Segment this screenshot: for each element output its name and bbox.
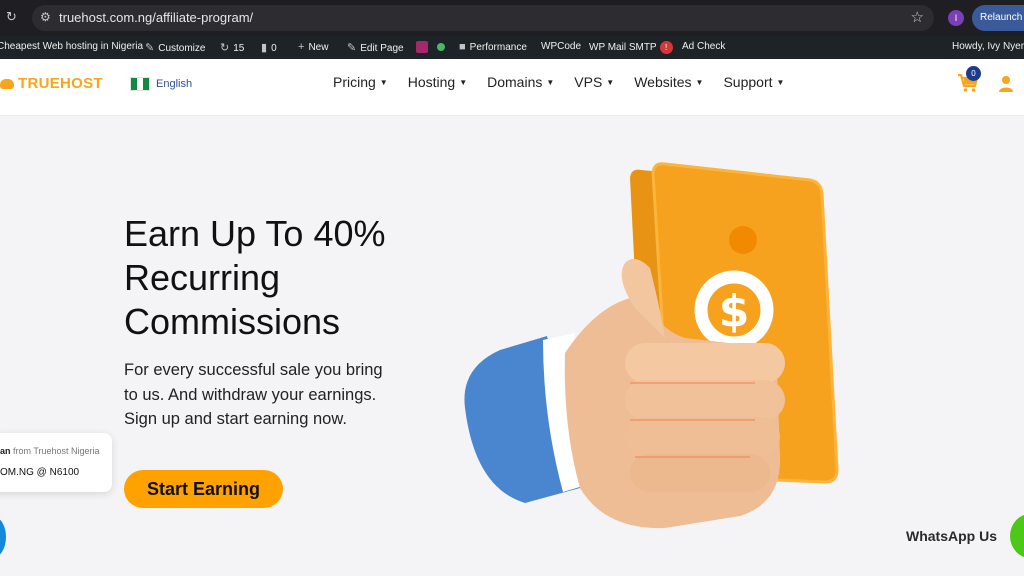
- admin-wp-mail-smtp-label: WP Mail SMTP: [589, 42, 657, 54]
- bookmark-star-icon[interactable]: ☆: [911, 8, 924, 26]
- admin-wp-mail-smtp[interactable]: WP Mail SMTP!: [589, 41, 673, 54]
- headline-line: Commissions: [124, 301, 341, 342]
- admin-performance[interactable]: ■ Performance: [459, 41, 527, 53]
- popup-from: from Truehost Nigeria: [13, 446, 100, 456]
- wp-admin-bar: Cheapest Web hosting in Nigeria ✎ Customi…: [0, 36, 1024, 59]
- nigeria-flag-icon: [130, 77, 150, 91]
- popup-purchase: OM.NG @ N6100: [0, 467, 80, 478]
- status-dot-icon: [437, 43, 445, 51]
- logo-text: TRUEHOST: [18, 75, 103, 92]
- popup-buyer: an from Truehost Nigeria: [0, 446, 100, 456]
- nav-websites[interactable]: Websites ▼: [634, 74, 703, 90]
- admin-edit-page[interactable]: ✎ Edit Page: [347, 41, 404, 54]
- updates-icon: ↻: [220, 42, 230, 54]
- nav-domains-label: Domains: [487, 74, 543, 90]
- caret-down-icon: ▼: [776, 78, 785, 87]
- nav-vps[interactable]: VPS ▼: [574, 74, 614, 90]
- admin-ad-check[interactable]: Ad Check: [682, 41, 725, 52]
- admin-customize[interactable]: ✎ Customize: [145, 41, 205, 54]
- admin-new[interactable]: + New: [298, 41, 328, 53]
- reload-icon[interactable]: ↻: [6, 10, 17, 25]
- browser-toolbar: ↻ ⚙ truehost.com.ng/affiliate-program/ ☆…: [0, 0, 1024, 36]
- admin-comments-count: 0: [271, 43, 277, 54]
- nav-pricing[interactable]: Pricing ▼: [333, 74, 388, 90]
- nav-pricing-label: Pricing: [333, 74, 376, 90]
- caret-down-icon: ▼: [695, 78, 704, 87]
- nav-websites-label: Websites: [634, 74, 692, 90]
- admin-wpcode[interactable]: WPCode: [541, 41, 581, 52]
- site-header: TRUEHOST English Pricing ▼ Hosting ▼ Domains…: [0, 59, 1024, 116]
- hand-holding-money-illustration: $: [464, 162, 839, 529]
- nav-domains[interactable]: Domains ▼: [487, 74, 554, 90]
- admin-customize-label: Customize: [158, 43, 206, 54]
- admin-updates-count: 15: [233, 43, 245, 54]
- cloud-logo-icon: [0, 79, 14, 90]
- plus-icon: +: [298, 41, 305, 53]
- admin-performance-label: Performance: [469, 42, 527, 53]
- performance-icon: ■: [459, 41, 466, 53]
- admin-edit-page-label: Edit Page: [360, 43, 404, 54]
- cart-count-badge: 0: [966, 66, 981, 81]
- address-bar[interactable]: ⚙ truehost.com.ng/affiliate-program/ ☆: [32, 5, 934, 31]
- brush-icon: ✎: [145, 42, 155, 54]
- language-label: English: [156, 77, 193, 90]
- comment-icon: ▮: [261, 42, 268, 54]
- site-info-icon[interactable]: ⚙: [40, 10, 51, 24]
- nav-hosting-label: Hosting: [407, 74, 456, 90]
- hero-headline: Earn Up To 40% Recurring Commissions: [124, 212, 454, 344]
- caret-down-icon: ▼: [606, 78, 615, 87]
- relaunch-button[interactable]: Relaunch to: [972, 5, 1024, 31]
- svg-text:$: $: [719, 286, 750, 337]
- yoast-icon[interactable]: [416, 41, 428, 53]
- admin-updates[interactable]: ↻ 15: [220, 41, 244, 54]
- admin-new-label: New: [308, 42, 329, 53]
- whatsapp-label[interactable]: WhatsApp Us: [906, 528, 997, 544]
- url-text[interactable]: truehost.com.ng/affiliate-program/: [59, 10, 253, 25]
- admin-comments[interactable]: ▮ 0: [261, 41, 277, 54]
- caret-down-icon: ▼: [546, 78, 555, 87]
- chat-widget-button[interactable]: [0, 517, 6, 557]
- nav-vps-label: VPS: [574, 74, 603, 90]
- smtp-alert-badge: !: [659, 41, 673, 54]
- pencil-icon: ✎: [347, 42, 357, 54]
- admin-site-name[interactable]: Cheapest Web hosting in Nigeria: [0, 41, 143, 52]
- recent-sale-popup[interactable]: an from Truehost Nigeria OM.NG @ N6100: [0, 433, 112, 492]
- nav-support-label: Support: [723, 74, 773, 90]
- nav-support[interactable]: Support ▼: [723, 74, 784, 90]
- hero-subtitle: For every successful sale you bring to u…: [124, 361, 383, 428]
- truehost-logo[interactable]: TRUEHOST: [0, 75, 103, 92]
- start-earning-button[interactable]: Start Earning: [124, 470, 283, 508]
- headline-line: Recurring: [124, 257, 281, 298]
- whatsapp-button[interactable]: [1010, 514, 1024, 558]
- language-switcher[interactable]: English: [130, 77, 192, 91]
- user-icon[interactable]: [998, 75, 1014, 93]
- nav-hosting[interactable]: Hosting ▼: [408, 74, 467, 90]
- main-nav: Pricing ▼ Hosting ▼ Domains ▼ VPS ▼ Websites ▼ Sup…: [333, 74, 804, 90]
- popup-buyer-name: an: [0, 446, 11, 456]
- caret-down-icon: ▼: [379, 78, 388, 87]
- caret-down-icon: ▼: [459, 78, 468, 87]
- profile-avatar[interactable]: I: [948, 10, 964, 26]
- admin-howdy[interactable]: Howdy, Ivy Nyer: [952, 41, 1024, 52]
- headline-line: Earn Up To 40%: [124, 213, 386, 254]
